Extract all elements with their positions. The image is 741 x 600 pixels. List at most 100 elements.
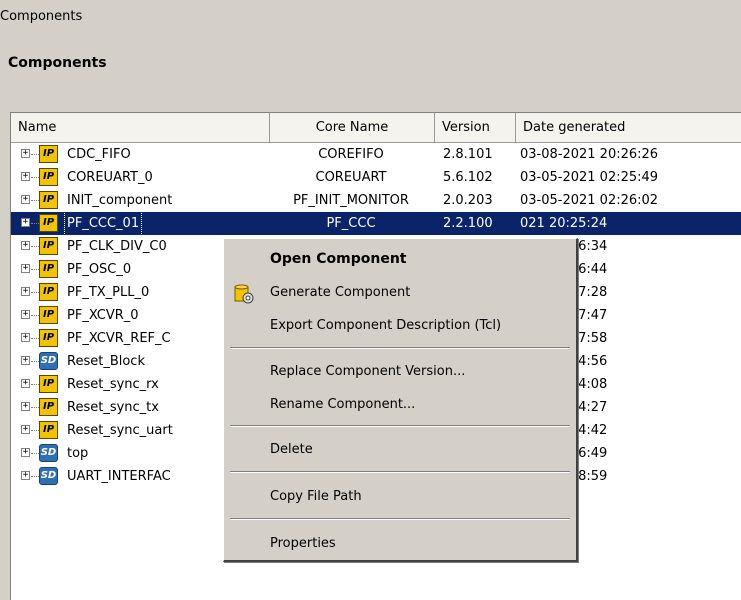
menu-separator <box>230 518 570 520</box>
menu-item-delete[interactable]: Delete <box>224 435 576 465</box>
column-header-date-generated[interactable]: Date generated <box>516 113 741 142</box>
column-header-core-name[interactable]: Core Name <box>270 113 435 142</box>
context-menu: Open Component Generate Component Export… <box>223 238 578 562</box>
core-version: 2.2.100 <box>443 216 493 231</box>
column-header-name[interactable]: Name <box>11 113 270 142</box>
tree-connector <box>31 154 39 155</box>
core-version: 5.6.102 <box>443 170 493 185</box>
table-row[interactable]: + IP COREUART_0 COREUART 5.6.102 03-05-2021 0… <box>11 166 741 189</box>
tree-connector <box>31 430 39 431</box>
ip-core-icon: IP <box>39 214 58 232</box>
expand-icon[interactable]: + <box>21 241 30 250</box>
generate-icon <box>234 284 254 304</box>
menu-item-label: Replace Component Version... <box>270 364 466 379</box>
component-name: PF_OSC_0 <box>67 262 132 277</box>
smartdesign-icon: SD <box>39 444 58 462</box>
core-name: PF_INIT_MONITOR <box>293 193 409 208</box>
expand-icon[interactable]: + <box>21 172 30 181</box>
menu-item-label: Properties <box>270 536 336 551</box>
menu-item-export-description[interactable]: Export Component Description (Tcl) <box>224 311 576 341</box>
core-name: PF_CCC <box>326 216 376 231</box>
component-name: Reset_sync_uart <box>67 423 173 438</box>
table-row[interactable]: + IP PF_CCC_01 PF_CCC 2.2.100 021 20:25:24 <box>11 211 741 236</box>
menu-separator <box>230 347 570 349</box>
expand-icon[interactable]: + <box>21 287 30 296</box>
tree-connector <box>31 246 39 247</box>
expand-icon[interactable]: + <box>21 310 30 319</box>
date-generated: 03-05-2021 02:26:02 <box>520 193 659 208</box>
ip-core-icon: IP <box>39 306 58 324</box>
component-name: Reset_Block <box>67 354 145 369</box>
ip-core-icon: IP <box>39 283 58 301</box>
core-name: COREUART <box>315 170 387 185</box>
ip-core-icon: IP <box>39 191 58 209</box>
expand-icon[interactable]: + <box>21 471 30 480</box>
menu-item-label: Delete <box>270 442 313 457</box>
ip-core-icon: IP <box>39 375 58 393</box>
expand-icon[interactable]: + <box>21 333 30 342</box>
tree-connector <box>31 476 39 477</box>
ip-core-icon: IP <box>39 421 58 439</box>
date-generated: 021 20:25:24 <box>520 216 608 231</box>
menu-item-label: Rename Component... <box>270 397 416 412</box>
table-row[interactable]: + IP CDC_FIFO COREFIFO 2.8.101 03-08-2021 20:… <box>11 143 741 166</box>
tree-connector <box>31 292 39 293</box>
menu-item-replace-version[interactable]: Replace Component Version... <box>224 357 576 387</box>
menu-item-label: Copy File Path <box>270 489 362 504</box>
expand-icon[interactable]: + <box>21 448 30 457</box>
component-name: UART_INTERFAC <box>67 469 171 484</box>
expand-icon[interactable]: + <box>21 425 30 434</box>
date-generated: 03-08-2021 20:26:26 <box>520 147 659 162</box>
expand-icon[interactable]: + <box>21 149 30 158</box>
ip-core-icon: IP <box>39 329 58 347</box>
menu-item-label: Generate Component <box>270 285 411 300</box>
table-row[interactable]: + IP INIT_component PF_INIT_MONITOR 2.0.203 0… <box>11 189 741 212</box>
expand-icon[interactable]: + <box>21 195 30 204</box>
expand-icon[interactable]: + <box>21 356 30 365</box>
tree-connector <box>31 223 39 224</box>
tree-connector <box>31 361 39 362</box>
menu-item-open-component[interactable]: Open Component <box>224 244 576 274</box>
component-name: PF_CCC_01 <box>63 211 143 236</box>
column-header-version[interactable]: Version <box>435 113 516 142</box>
menu-separator <box>230 425 570 427</box>
tree-connector <box>31 384 39 385</box>
smartdesign-icon: SD <box>39 352 58 370</box>
section-title: Components <box>8 55 107 71</box>
menu-item-copy-file-path[interactable]: Copy File Path <box>224 482 576 512</box>
component-name: Reset_sync_rx <box>67 377 159 392</box>
menu-separator <box>230 471 570 473</box>
tree-connector <box>31 177 39 178</box>
date-generated: 03-05-2021 02:25:49 <box>520 170 659 185</box>
core-version: 2.8.101 <box>443 147 493 162</box>
menu-item-properties[interactable]: Properties <box>224 529 576 559</box>
ip-core-icon: IP <box>39 168 58 186</box>
tree-connector <box>31 338 39 339</box>
expand-icon[interactable]: + <box>21 218 30 227</box>
expand-icon[interactable]: + <box>21 402 30 411</box>
ip-core-icon: IP <box>39 398 58 416</box>
tree-connector <box>31 453 39 454</box>
menu-item-rename-component[interactable]: Rename Component... <box>224 390 576 420</box>
expand-icon[interactable]: + <box>21 379 30 388</box>
breadcrumb: Components <box>0 9 83 24</box>
ip-core-icon: IP <box>39 260 58 278</box>
ip-core-icon: IP <box>39 237 58 255</box>
component-name: CDC_FIFO <box>67 147 131 162</box>
component-name: PF_XCVR_REF_C <box>67 331 171 346</box>
menu-item-generate-component[interactable]: Generate Component <box>224 278 576 308</box>
column-header-bar: Name Core Name Version Date generated <box>11 113 741 143</box>
component-name: PF_TX_PLL_0 <box>67 285 150 300</box>
component-name: PF_XCVR_0 <box>67 308 139 323</box>
tree-connector <box>31 315 39 316</box>
expand-icon[interactable]: + <box>21 264 30 273</box>
menu-item-label: Export Component Description (Tcl) <box>270 318 502 333</box>
tree-connector <box>31 269 39 270</box>
component-name: COREUART_0 <box>67 170 153 185</box>
core-version: 2.0.203 <box>443 193 493 208</box>
tree-connector <box>31 200 39 201</box>
menu-item-label: Open Component <box>270 251 407 267</box>
core-name: COREFIFO <box>318 147 384 162</box>
component-name: PF_CLK_DIV_C0 <box>67 239 167 254</box>
smartdesign-icon: SD <box>39 467 58 485</box>
